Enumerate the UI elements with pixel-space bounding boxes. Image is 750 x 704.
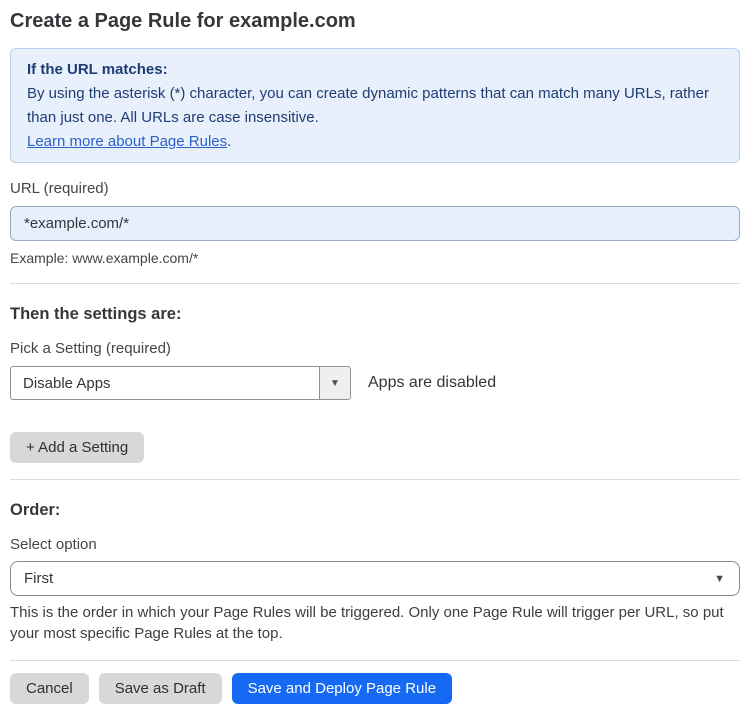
setting-status-text: Apps are disabled [368, 374, 497, 391]
settings-section-heading: Then the settings are: [10, 305, 182, 323]
info-box-body: By using the asterisk (*) character, you… [27, 85, 709, 126]
chevron-down-icon: ▼ [714, 572, 725, 585]
url-input[interactable] [10, 206, 740, 241]
order-select[interactable]: First ▼ [10, 561, 740, 596]
order-select-value: First [24, 570, 54, 587]
link-period: . [227, 133, 232, 150]
info-box-link-line: Learn more about Page Rules. [27, 130, 723, 154]
setting-dropdown-arrow-button[interactable]: ▼ [319, 367, 350, 399]
info-box-heading: If the URL matches: [27, 61, 168, 78]
pick-setting-label: Pick a Setting (required) [10, 340, 171, 357]
page-title: Create a Page Rule for example.com [10, 10, 356, 32]
setting-dropdown-value: Disable Apps [23, 374, 111, 392]
add-setting-button[interactable]: + Add a Setting [10, 432, 145, 463]
learn-more-link[interactable]: Learn more about Page Rules [27, 133, 227, 150]
divider [10, 660, 740, 661]
setting-dropdown[interactable]: Disable Apps ▼ [10, 366, 351, 400]
order-select-label: Select option [10, 536, 97, 553]
order-helper-text: This is the order in which your Page Rul… [10, 604, 724, 642]
url-match-info-box: If the URL matches: By using the asteris… [10, 48, 740, 163]
chevron-down-icon: ▼ [330, 377, 340, 389]
url-example-helper: Example: www.example.com/* [10, 250, 199, 266]
url-field-label: URL (required) [10, 180, 109, 197]
divider [10, 283, 740, 284]
setting-row: Disable Apps ▼ Apps are disabled [10, 366, 740, 400]
divider [10, 479, 740, 480]
order-section-heading: Order: [10, 501, 61, 519]
page-rule-form: Create a Page Rule for example.com If th… [0, 8, 750, 704]
